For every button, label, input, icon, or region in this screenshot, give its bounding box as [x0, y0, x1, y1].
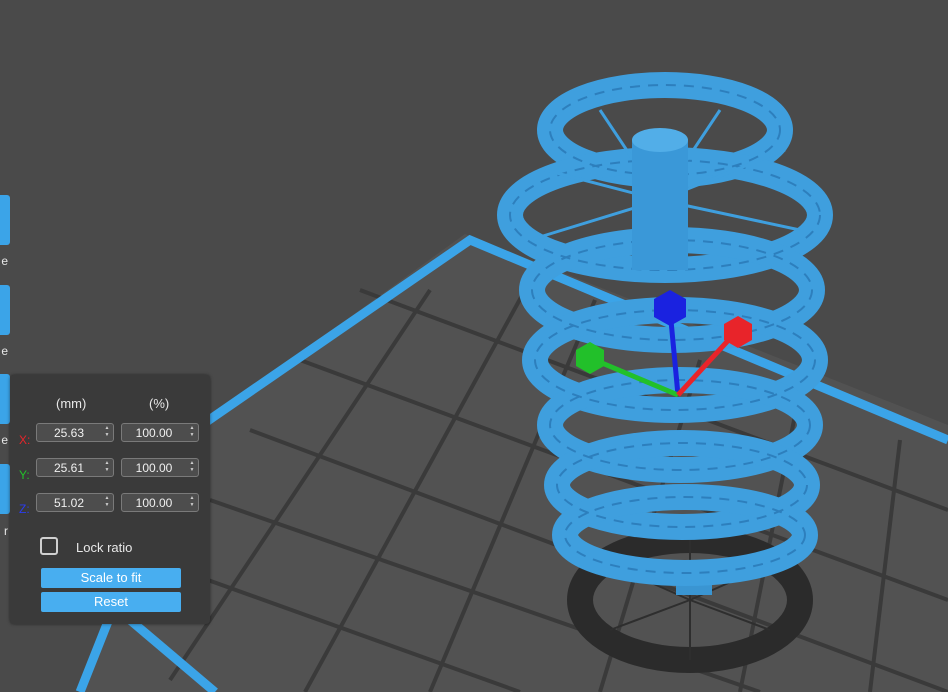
percent-column-header: (%)	[149, 396, 170, 411]
spinner-arrows-icon[interactable]: ▲ ▼	[188, 495, 196, 510]
spinner-arrows-icon[interactable]: ▲ ▼	[103, 495, 111, 510]
x-scale-percent-field[interactable]: ▲▼	[121, 423, 199, 442]
y-size-mm-field[interactable]: ▲▼	[36, 458, 114, 477]
tool-label-1: e	[1, 254, 8, 268]
tool-button-rotate[interactable]	[0, 285, 10, 335]
z-size-mm-input[interactable]	[37, 494, 101, 512]
x-axis-label: X:	[19, 433, 31, 447]
y-size-mm-input[interactable]	[37, 459, 101, 477]
x-scale-percent-input[interactable]	[122, 424, 186, 442]
reset-button[interactable]: Reset	[41, 592, 181, 612]
spinner-arrows-icon[interactable]: ▲ ▼	[188, 460, 196, 475]
spinner-arrows-icon[interactable]: ▲ ▼	[103, 425, 111, 440]
z-scale-percent-field[interactable]: ▲▼	[121, 493, 199, 512]
tool-button-mirror[interactable]	[0, 464, 10, 514]
y-scale-percent-input[interactable]	[122, 459, 186, 477]
mm-column-header: (mm)	[56, 396, 87, 411]
y-axis-label: Y:	[19, 468, 30, 482]
spinner-arrows-icon[interactable]: ▲ ▼	[103, 460, 111, 475]
tool-label-4: r	[4, 524, 8, 538]
tool-button-scale[interactable]	[0, 374, 10, 424]
x-size-mm-field[interactable]: ▲▼	[36, 423, 114, 442]
y-scale-percent-field[interactable]: ▲▼	[121, 458, 199, 477]
lock-ratio-checkbox[interactable]	[40, 537, 58, 555]
spinner-arrows-icon[interactable]: ▲ ▼	[188, 425, 196, 440]
z-size-mm-field[interactable]: ▲▼	[36, 493, 114, 512]
lock-ratio-label: Lock ratio	[76, 540, 133, 555]
x-size-mm-input[interactable]	[37, 424, 101, 442]
tool-label-2: e	[1, 344, 8, 358]
scale-to-fit-button[interactable]: Scale to fit	[41, 568, 181, 588]
z-axis-label: Z:	[19, 502, 30, 516]
tool-button-move[interactable]	[0, 195, 10, 245]
z-scale-percent-input[interactable]	[122, 494, 186, 512]
tool-label-3: e	[1, 433, 8, 447]
scale-panel: (mm) (%) X: ▲▼ ▲▼ Y: ▲▼ ▲▼ Z: ▲▼ ▲▼ Lock…	[10, 375, 210, 624]
